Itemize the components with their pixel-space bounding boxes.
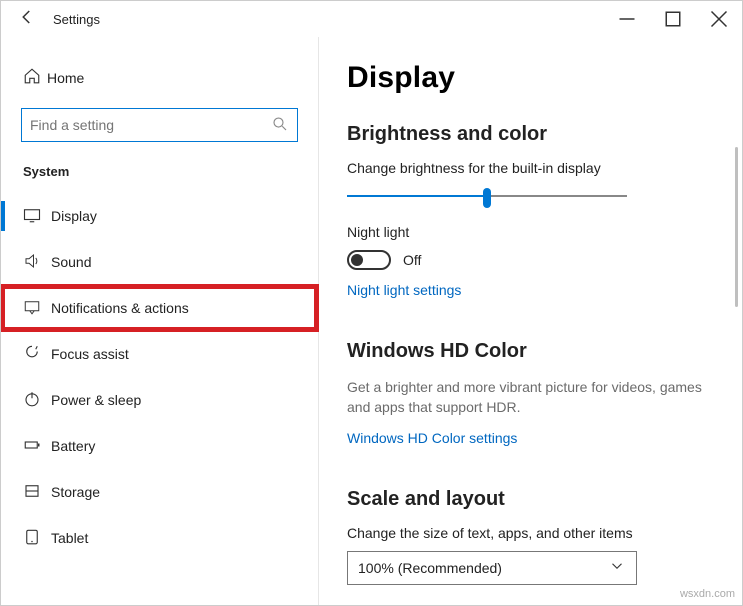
power-icon bbox=[23, 390, 51, 411]
sidebar: Home System Display Sound Notifications bbox=[1, 37, 319, 605]
home-link[interactable]: Home bbox=[1, 57, 318, 98]
minimize-button[interactable] bbox=[604, 1, 650, 37]
sound-icon bbox=[23, 252, 51, 273]
sidebar-item-sound[interactable]: Sound bbox=[1, 239, 318, 285]
tablet-icon bbox=[23, 528, 51, 549]
section-label: System bbox=[1, 158, 318, 193]
sidebar-item-notifications[interactable]: Notifications & actions bbox=[1, 285, 318, 331]
hd-color-settings-link[interactable]: Windows HD Color settings bbox=[347, 430, 710, 446]
home-label: Home bbox=[47, 70, 84, 86]
slider-thumb[interactable] bbox=[483, 188, 491, 208]
maximize-icon bbox=[664, 10, 682, 28]
sidebar-item-label: Notifications & actions bbox=[51, 300, 189, 316]
sidebar-item-label: Battery bbox=[51, 438, 95, 454]
home-icon bbox=[23, 67, 47, 88]
storage-icon bbox=[23, 482, 51, 503]
hd-color-title: Windows HD Color bbox=[347, 340, 710, 363]
brightness-title: Brightness and color bbox=[347, 123, 710, 146]
sidebar-item-tablet[interactable]: Tablet bbox=[1, 515, 318, 561]
sidebar-item-label: Focus assist bbox=[51, 346, 129, 362]
sidebar-item-label: Tablet bbox=[51, 530, 88, 546]
battery-icon bbox=[23, 436, 51, 457]
close-icon bbox=[710, 10, 728, 28]
brightness-desc: Change brightness for the built-in displ… bbox=[347, 160, 710, 176]
hd-color-desc: Get a brighter and more vibrant picture … bbox=[347, 377, 710, 418]
sidebar-item-display[interactable]: Display bbox=[1, 193, 318, 239]
scale-title: Scale and layout bbox=[347, 488, 710, 511]
night-light-toggle[interactable] bbox=[347, 250, 391, 270]
toggle-knob bbox=[351, 254, 363, 266]
titlebar: Settings bbox=[1, 1, 742, 37]
close-button[interactable] bbox=[696, 1, 742, 37]
night-light-state: Off bbox=[403, 252, 421, 268]
sidebar-item-label: Storage bbox=[51, 484, 100, 500]
scale-desc: Change the size of text, apps, and other… bbox=[347, 525, 710, 541]
search-box[interactable] bbox=[21, 108, 298, 142]
page-heading: Display bbox=[347, 61, 710, 95]
sidebar-item-label: Sound bbox=[51, 254, 91, 270]
sidebar-item-battery[interactable]: Battery bbox=[1, 423, 318, 469]
display-icon bbox=[23, 206, 51, 227]
back-button[interactable] bbox=[7, 8, 47, 31]
search-icon bbox=[271, 115, 289, 136]
scale-dropdown[interactable]: 100% (Recommended) bbox=[347, 551, 637, 585]
notifications-icon bbox=[23, 298, 51, 319]
window-title: Settings bbox=[53, 12, 604, 27]
sidebar-item-label: Display bbox=[51, 208, 97, 224]
chevron-down-icon bbox=[608, 557, 626, 578]
scrollbar[interactable] bbox=[735, 147, 738, 307]
sidebar-item-power-sleep[interactable]: Power & sleep bbox=[1, 377, 318, 423]
slider-track-fill bbox=[347, 195, 487, 197]
focus-assist-icon bbox=[23, 344, 51, 365]
main-content: Display Brightness and color Change brig… bbox=[319, 37, 742, 605]
night-light-settings-link[interactable]: Night light settings bbox=[347, 282, 710, 298]
arrow-left-icon bbox=[18, 8, 36, 26]
brightness-slider[interactable] bbox=[347, 186, 627, 206]
watermark: wsxdn.com bbox=[680, 588, 735, 600]
sidebar-item-storage[interactable]: Storage bbox=[1, 469, 318, 515]
scale-value: 100% (Recommended) bbox=[358, 560, 502, 576]
sidebar-item-label: Power & sleep bbox=[51, 392, 141, 408]
night-light-label: Night light bbox=[347, 224, 710, 240]
minimize-icon bbox=[618, 10, 636, 28]
maximize-button[interactable] bbox=[650, 1, 696, 37]
sidebar-item-focus-assist[interactable]: Focus assist bbox=[1, 331, 318, 377]
search-input[interactable] bbox=[30, 117, 271, 133]
